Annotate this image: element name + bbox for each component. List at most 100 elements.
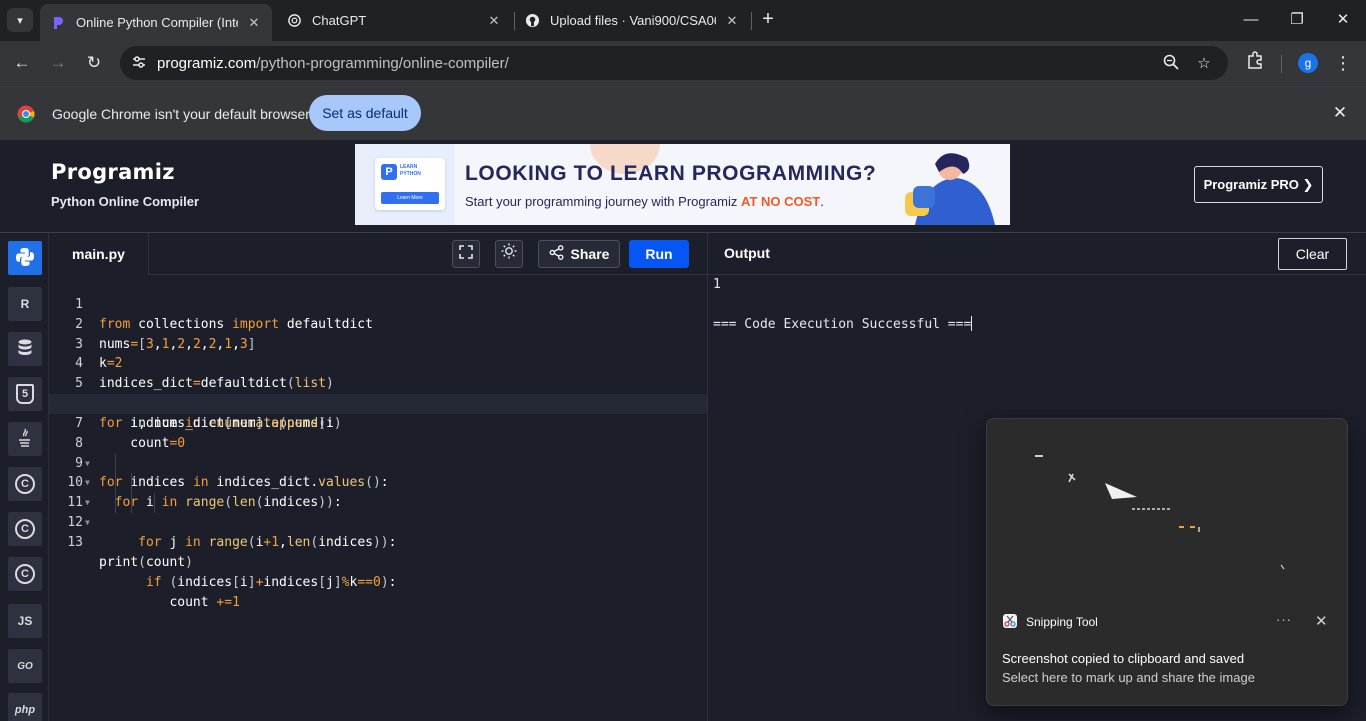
c-icon: C xyxy=(15,474,35,494)
toast-close-icon[interactable]: ✕ xyxy=(1315,612,1328,630)
code-line: 5 ▼ for i, num in enumerate(nums): xyxy=(49,354,707,431)
sidebar-item-php[interactable]: php xyxy=(8,693,42,721)
php-icon: php xyxy=(14,704,36,716)
programiz-favicon-icon xyxy=(50,15,66,31)
banner-period: . xyxy=(820,194,824,209)
banner-subline-text: Start your programming journey with Prog… xyxy=(465,194,738,209)
browser-toolbar: ← → ↻ programiz.com/python-programming/o… xyxy=(0,41,1366,86)
output-line: 1 xyxy=(713,277,721,292)
back-arrow-icon[interactable]: ← xyxy=(10,51,34,75)
site-info-icon[interactable] xyxy=(130,54,148,72)
toast-subtitle: Select here to mark up and share the ima… xyxy=(1002,670,1255,685)
extensions-icon[interactable] xyxy=(1243,51,1267,75)
programiz-logo[interactable]: Programiz xyxy=(51,160,175,184)
minimize-icon[interactable]: — xyxy=(1239,8,1263,32)
ad-banner[interactable]: P LEARN PYTHON Learn More LOOKING TO LEAR… xyxy=(355,144,1010,225)
line-number: 13 xyxy=(67,534,83,550)
banner-card: P LEARN PYTHON Learn More xyxy=(375,158,445,210)
sidebar-item-cpp[interactable]: C xyxy=(8,512,42,546)
code-text: print(count) xyxy=(99,554,193,570)
code-text: if (indices[i]+indices[j]%k==0): xyxy=(145,574,397,590)
output-console[interactable]: 1 === Code Execution Successful === xyxy=(713,275,973,335)
tab-search-button[interactable]: ▾ xyxy=(7,8,33,32)
output-line: === Code Execution Successful === xyxy=(713,316,972,332)
sidebar-item-go[interactable]: GO xyxy=(8,649,42,683)
tab-online-python-compiler[interactable]: Online Python Compiler (Interpreter) ✕ xyxy=(40,4,272,41)
restore-icon[interactable]: ❐ xyxy=(1285,8,1309,32)
code-line: 3 k=2 xyxy=(49,315,707,372)
banner-illustration xyxy=(895,150,1005,225)
sidebar-item-python[interactable] xyxy=(8,241,42,275)
code-text: count +=1 xyxy=(99,594,240,610)
url-domain: programiz.com xyxy=(157,55,257,72)
banner-card-text: LEARN PYTHON xyxy=(400,164,421,178)
banner-headline: LOOKING TO LEARN PROGRAMMING? xyxy=(465,162,877,185)
file-tab-main-py[interactable]: main.py xyxy=(49,233,149,275)
code-line: 2 nums=[3,1,2,2,2,1,3] xyxy=(49,295,707,352)
zoom-icon[interactable] xyxy=(1161,54,1181,74)
set-as-default-button[interactable]: Set as default xyxy=(309,95,421,131)
code-editor-panel: main.py Share Run 1 from collections imp… xyxy=(49,232,708,721)
code-line: 6 indices_dict[num].append(i) xyxy=(49,374,707,431)
fullscreen-icon xyxy=(459,245,473,262)
close-window-icon[interactable]: ✕ xyxy=(1331,8,1355,32)
share-label: Share xyxy=(570,246,610,262)
programiz-pro-button[interactable]: Programiz PRO ❯ xyxy=(1194,166,1323,203)
share-button[interactable]: Share xyxy=(538,240,620,268)
run-button[interactable]: Run xyxy=(629,240,689,268)
screenshot-preview[interactable] xyxy=(987,419,1347,601)
default-browser-infobar: Google Chrome isn't your default browser… xyxy=(0,86,1366,140)
banner-card-line: PYTHON xyxy=(400,171,421,177)
banner-card-line: LEARN xyxy=(400,164,418,170)
sidebar-item-c[interactable]: C xyxy=(8,467,42,501)
clear-button[interactable]: Clear xyxy=(1278,238,1347,270)
code-line: 12 count +=1 xyxy=(49,493,707,610)
profile-avatar[interactable]: g xyxy=(1298,53,1318,73)
infobar-message: Google Chrome isn't your default browser xyxy=(52,106,310,122)
more-options-icon[interactable]: ··· xyxy=(1276,612,1292,627)
infobar-close-icon[interactable]: ✕ xyxy=(1330,103,1350,123)
sidebar-item-csharp[interactable]: C xyxy=(8,557,42,591)
indent-guide xyxy=(115,473,116,494)
banner-learn-more: Learn More xyxy=(381,192,439,204)
reload-icon[interactable]: ↻ xyxy=(82,51,106,75)
sidebar-item-html[interactable]: 5 xyxy=(8,377,42,411)
code-text: for j in range(i+1,len(indices)): xyxy=(138,534,397,550)
sidebar-item-r[interactable]: R xyxy=(8,287,42,321)
go-icon: GO xyxy=(17,660,33,672)
bookmark-star-icon[interactable]: ☆ xyxy=(1194,54,1214,74)
sidebar-item-sql[interactable] xyxy=(8,332,42,366)
tab-chatgpt[interactable]: ChatGPT ✕ xyxy=(276,4,512,37)
java-icon xyxy=(17,428,33,451)
code-line-current: 7 count=0 xyxy=(49,394,707,451)
indent-guide xyxy=(115,453,116,474)
tab-upload-files[interactable]: Upload files · Vani900/CSA0690 ✕ xyxy=(514,4,750,37)
tab-close-icon[interactable]: ✕ xyxy=(722,11,742,31)
sidebar-item-java[interactable] xyxy=(8,422,42,456)
cpp-icon: C xyxy=(15,519,35,539)
url-text[interactable]: programiz.com/python-programming/online-… xyxy=(157,55,509,72)
chrome-menu-icon[interactable]: ⋮ xyxy=(1333,51,1353,75)
new-tab-button[interactable]: + xyxy=(757,8,779,30)
url-path: /python-programming/online-compiler/ xyxy=(256,55,509,72)
fullscreen-button[interactable] xyxy=(452,240,480,268)
address-bar[interactable]: programiz.com/python-programming/online-… xyxy=(120,46,1228,80)
toast-title: Screenshot copied to clipboard and saved xyxy=(1002,651,1245,666)
theme-toggle-button[interactable] xyxy=(495,240,523,268)
csharp-icon: C xyxy=(15,564,35,584)
tab-separator xyxy=(751,12,752,30)
chrome-logo-icon xyxy=(17,105,35,123)
site-subtitle: Python Online Compiler xyxy=(51,194,200,209)
html5-icon: 5 xyxy=(16,384,34,404)
forward-arrow-icon[interactable]: → xyxy=(46,51,70,75)
python-icon xyxy=(15,247,35,270)
tab-close-icon[interactable]: ✕ xyxy=(244,13,264,33)
code-area[interactable]: 1 from collections import defaultdict 2 … xyxy=(49,275,707,610)
indent-guide xyxy=(131,473,132,494)
tab-close-icon[interactable]: ✕ xyxy=(484,11,504,31)
snipping-tool-notification[interactable]: Snipping Tool ··· ✕ Screenshot copied to… xyxy=(986,418,1348,706)
browser-tab-strip: ▾ Online Python Compiler (Interpreter) ✕… xyxy=(0,0,1366,41)
banner-badge: P xyxy=(381,164,397,180)
banner-highlight: AT NO COST xyxy=(741,194,821,209)
sidebar-item-js[interactable]: JS xyxy=(8,604,42,638)
